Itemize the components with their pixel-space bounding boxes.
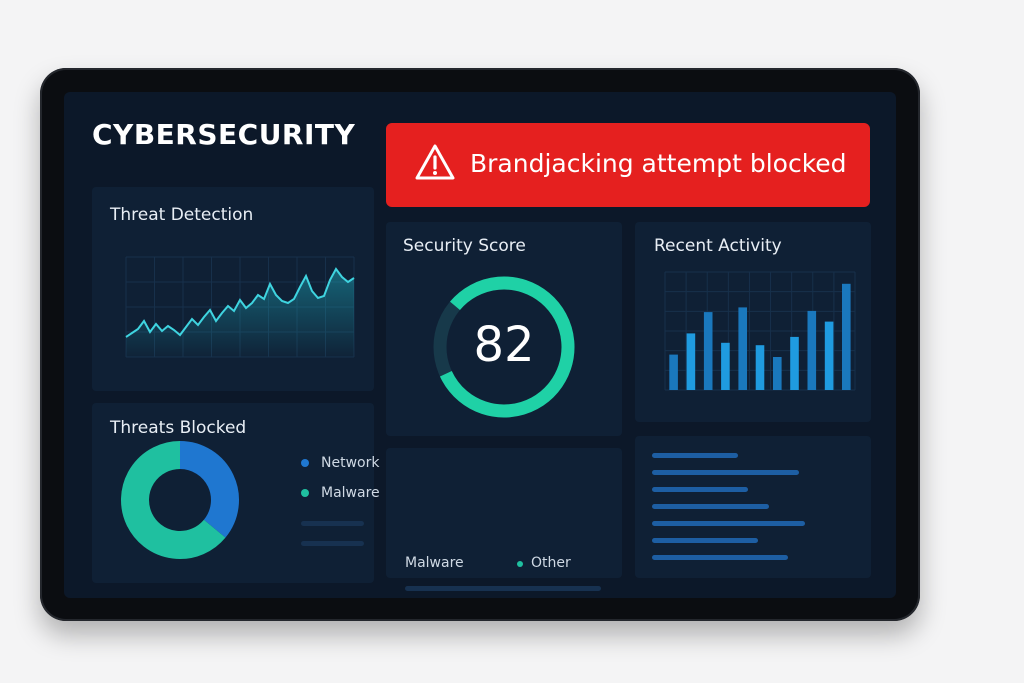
recent-activity-chart	[664, 271, 856, 391]
donut-slice-network	[179, 441, 239, 538]
legend-network-label: Network	[321, 455, 380, 471]
activity-bar	[738, 307, 747, 390]
legend-malware: Malware	[301, 485, 380, 501]
activity-bar	[773, 357, 782, 390]
app-title: CYBERSECURITY	[92, 118, 356, 151]
legend-network-dot	[301, 459, 309, 467]
threats-blocked-panel[interactable]: Threats Blocked Network Malware	[92, 403, 380, 583]
security-score-value: 82	[473, 317, 535, 373]
warning-triangle-icon	[415, 144, 455, 180]
activity-bar	[686, 333, 696, 390]
activity-line	[652, 504, 769, 509]
placeholder-line	[301, 521, 364, 526]
legend-malware-dot	[301, 489, 309, 497]
activity-bar	[669, 354, 678, 390]
activity-line	[652, 555, 788, 560]
threat-detection-title: Threat Detection	[110, 205, 254, 225]
legend-network: Network	[301, 455, 379, 471]
activity-line	[652, 538, 758, 543]
secondary-legend-other: Other	[531, 555, 571, 571]
secondary-legend-other-dot	[517, 561, 523, 567]
activity-line	[652, 521, 805, 526]
dashboard-screen: CYBERSECURITY Brandjacking attempt block…	[64, 92, 896, 598]
activity-bar	[703, 312, 713, 390]
secondary-legend-panel[interactable]: Malware Other	[386, 448, 622, 591]
secondary-legend-malware: Malware	[405, 555, 464, 571]
activity-bar	[790, 336, 799, 390]
alert-banner[interactable]: Brandjacking attempt blocked	[386, 123, 870, 207]
activity-bar	[807, 310, 817, 390]
activity-bar	[842, 283, 851, 390]
placeholder-line	[405, 586, 601, 591]
placeholder-line	[301, 541, 364, 546]
activity-bar	[721, 342, 730, 390]
legend-malware-label: Malware	[321, 485, 380, 501]
threat-detection-panel[interactable]: Threat Detection	[92, 187, 374, 391]
activity-lines-panel[interactable]	[635, 436, 871, 578]
recent-activity-panel[interactable]: Recent Activity	[635, 222, 871, 422]
activity-line	[652, 470, 799, 475]
activity-bar	[824, 321, 834, 390]
activity-line	[652, 487, 748, 492]
activity-bar	[755, 345, 765, 390]
alert-message: Brandjacking attempt blocked	[470, 149, 847, 178]
activity-line	[652, 453, 738, 458]
security-score-panel[interactable]: Security Score 82	[386, 222, 622, 436]
